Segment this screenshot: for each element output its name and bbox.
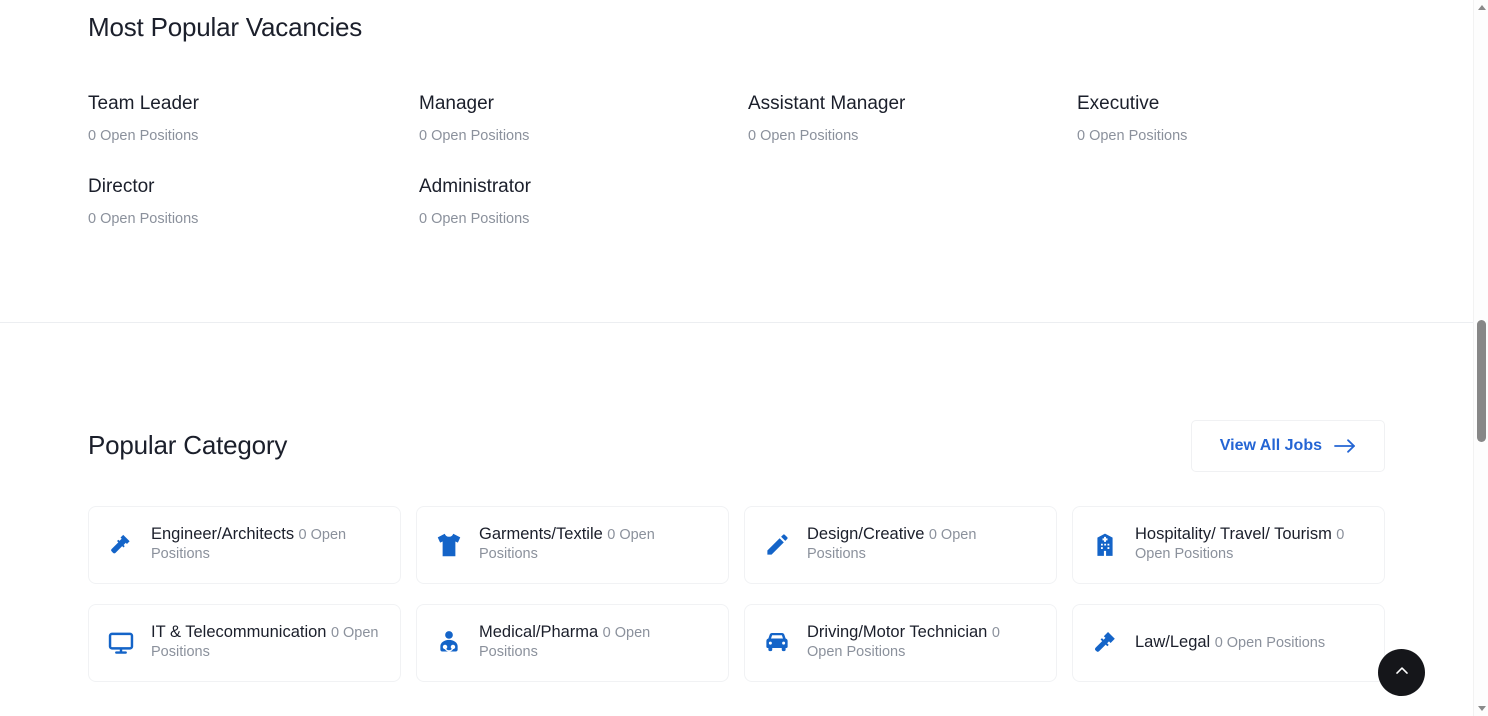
category-card[interactable]: Law/Legal 0 Open Positions — [1072, 603, 1385, 682]
vacancy-count: 0 Open Positions — [88, 127, 199, 144]
category-card-title: IT & Telecommunication — [151, 623, 327, 642]
category-card-text: IT & Telecommunication 0 Open Positions — [151, 623, 382, 661]
category-card[interactable]: Medical/Pharma 0 Open Positions — [416, 603, 729, 682]
vacancy-name: Director — [88, 176, 155, 198]
monitor-icon — [105, 627, 137, 659]
category-card-title: Garments/Textile — [479, 525, 603, 544]
vacancy-item[interactable]: Executive 0 Open Positions — [1077, 93, 1473, 145]
category-card-title: Engineer/Architects — [151, 525, 295, 544]
vacancy-name: Team Leader — [88, 93, 199, 115]
vacancy-count: 0 Open Positions — [1077, 127, 1188, 144]
vacancy-item[interactable]: Manager 0 Open Positions — [419, 93, 748, 145]
category-card-title: Law/Legal — [1135, 632, 1211, 651]
vacancy-grid: Team Leader 0 Open Positions Manager 0 O… — [88, 93, 1473, 228]
category-card-text: Engineer/Architects 0 Open Positions — [151, 525, 382, 563]
category-card-text: Design/Creative 0 Open Positions — [807, 525, 1038, 563]
page-title: Most Popular Vacancies — [88, 12, 363, 42]
vacancy-item[interactable]: Administrator 0 Open Positions — [419, 176, 748, 228]
section-divider — [0, 321, 1473, 323]
category-card-text: Garments/Textile 0 Open Positions — [479, 525, 710, 563]
vacancy-name: Assistant Manager — [748, 93, 906, 115]
category-card[interactable]: Engineer/Architects 0 Open Positions — [88, 505, 401, 584]
view-all-jobs-label: View All Jobs — [1219, 436, 1322, 454]
category-card[interactable]: Hospitality/ Travel/ Tourism 0 Open Posi… — [1072, 505, 1385, 584]
pencil-icon — [761, 529, 793, 561]
category-card-title: Hospitality/ Travel/ Tourism — [1135, 525, 1332, 544]
car-icon — [761, 627, 793, 659]
vacancy-name: Administrator — [419, 176, 531, 198]
category-card-title: Medical/Pharma — [479, 623, 599, 642]
vacancy-item[interactable]: Assistant Manager 0 Open Positions — [748, 93, 1077, 145]
hammer-icon — [105, 529, 137, 561]
view-all-jobs-button[interactable]: View All Jobs — [1190, 419, 1385, 472]
vacancy-item[interactable]: Team Leader 0 Open Positions — [88, 93, 419, 145]
category-card-grid: Engineer/Architects 0 Open Positions Gar… — [88, 505, 1385, 682]
vacancy-name: Executive — [1077, 93, 1160, 115]
category-card[interactable]: Design/Creative 0 Open Positions — [744, 505, 1057, 584]
category-card-title: Design/Creative — [807, 525, 925, 544]
vacancy-name: Manager — [419, 93, 494, 115]
category-card-text: Driving/Motor Technician 0 Open Position… — [807, 623, 1038, 661]
category-card-count: 0 Open Positions — [1214, 634, 1326, 651]
category-card[interactable]: Garments/Textile 0 Open Positions — [416, 505, 729, 584]
category-card-text: Hospitality/ Travel/ Tourism 0 Open Posi… — [1135, 525, 1366, 563]
category-card-text: Law/Legal 0 Open Positions — [1135, 633, 1325, 653]
doctor-icon — [433, 627, 465, 659]
scroll-to-top-button[interactable] — [1378, 649, 1425, 696]
vacancy-count: 0 Open Positions — [748, 127, 859, 144]
category-card[interactable]: Driving/Motor Technician 0 Open Position… — [744, 603, 1057, 682]
vacancy-count: 0 Open Positions — [419, 127, 530, 144]
vertical-scrollbar[interactable] — [1473, 0, 1488, 716]
popular-category-section: Popular Category View All Jobs Engineer/… — [0, 419, 1473, 682]
category-card-text: Medical/Pharma 0 Open Positions — [479, 623, 710, 661]
scrollbar-thumb[interactable] — [1477, 320, 1486, 442]
gavel-icon — [1089, 627, 1121, 659]
scroll-down-arrow-icon[interactable] — [1474, 701, 1488, 716]
scroll-up-arrow-icon[interactable] — [1474, 0, 1488, 15]
category-header: Popular Category View All Jobs — [88, 419, 1385, 472]
vacancy-item[interactable]: Director 0 Open Positions — [88, 176, 419, 228]
arrow-right-icon — [1334, 438, 1356, 454]
tshirt-icon — [433, 529, 465, 561]
hotel-icon — [1089, 529, 1121, 561]
vacancy-count: 0 Open Positions — [419, 211, 530, 228]
category-title: Popular Category — [88, 430, 288, 461]
most-popular-vacancies-section: Most Popular Vacancies Team Leader 0 Ope… — [0, 0, 1473, 229]
page-viewport: Most Popular Vacancies Team Leader 0 Ope… — [0, 0, 1473, 716]
chevron-up-icon — [1392, 661, 1412, 684]
category-card[interactable]: IT & Telecommunication 0 Open Positions — [88, 603, 401, 682]
category-card-title: Driving/Motor Technician — [807, 623, 988, 642]
vacancy-count: 0 Open Positions — [88, 211, 199, 228]
